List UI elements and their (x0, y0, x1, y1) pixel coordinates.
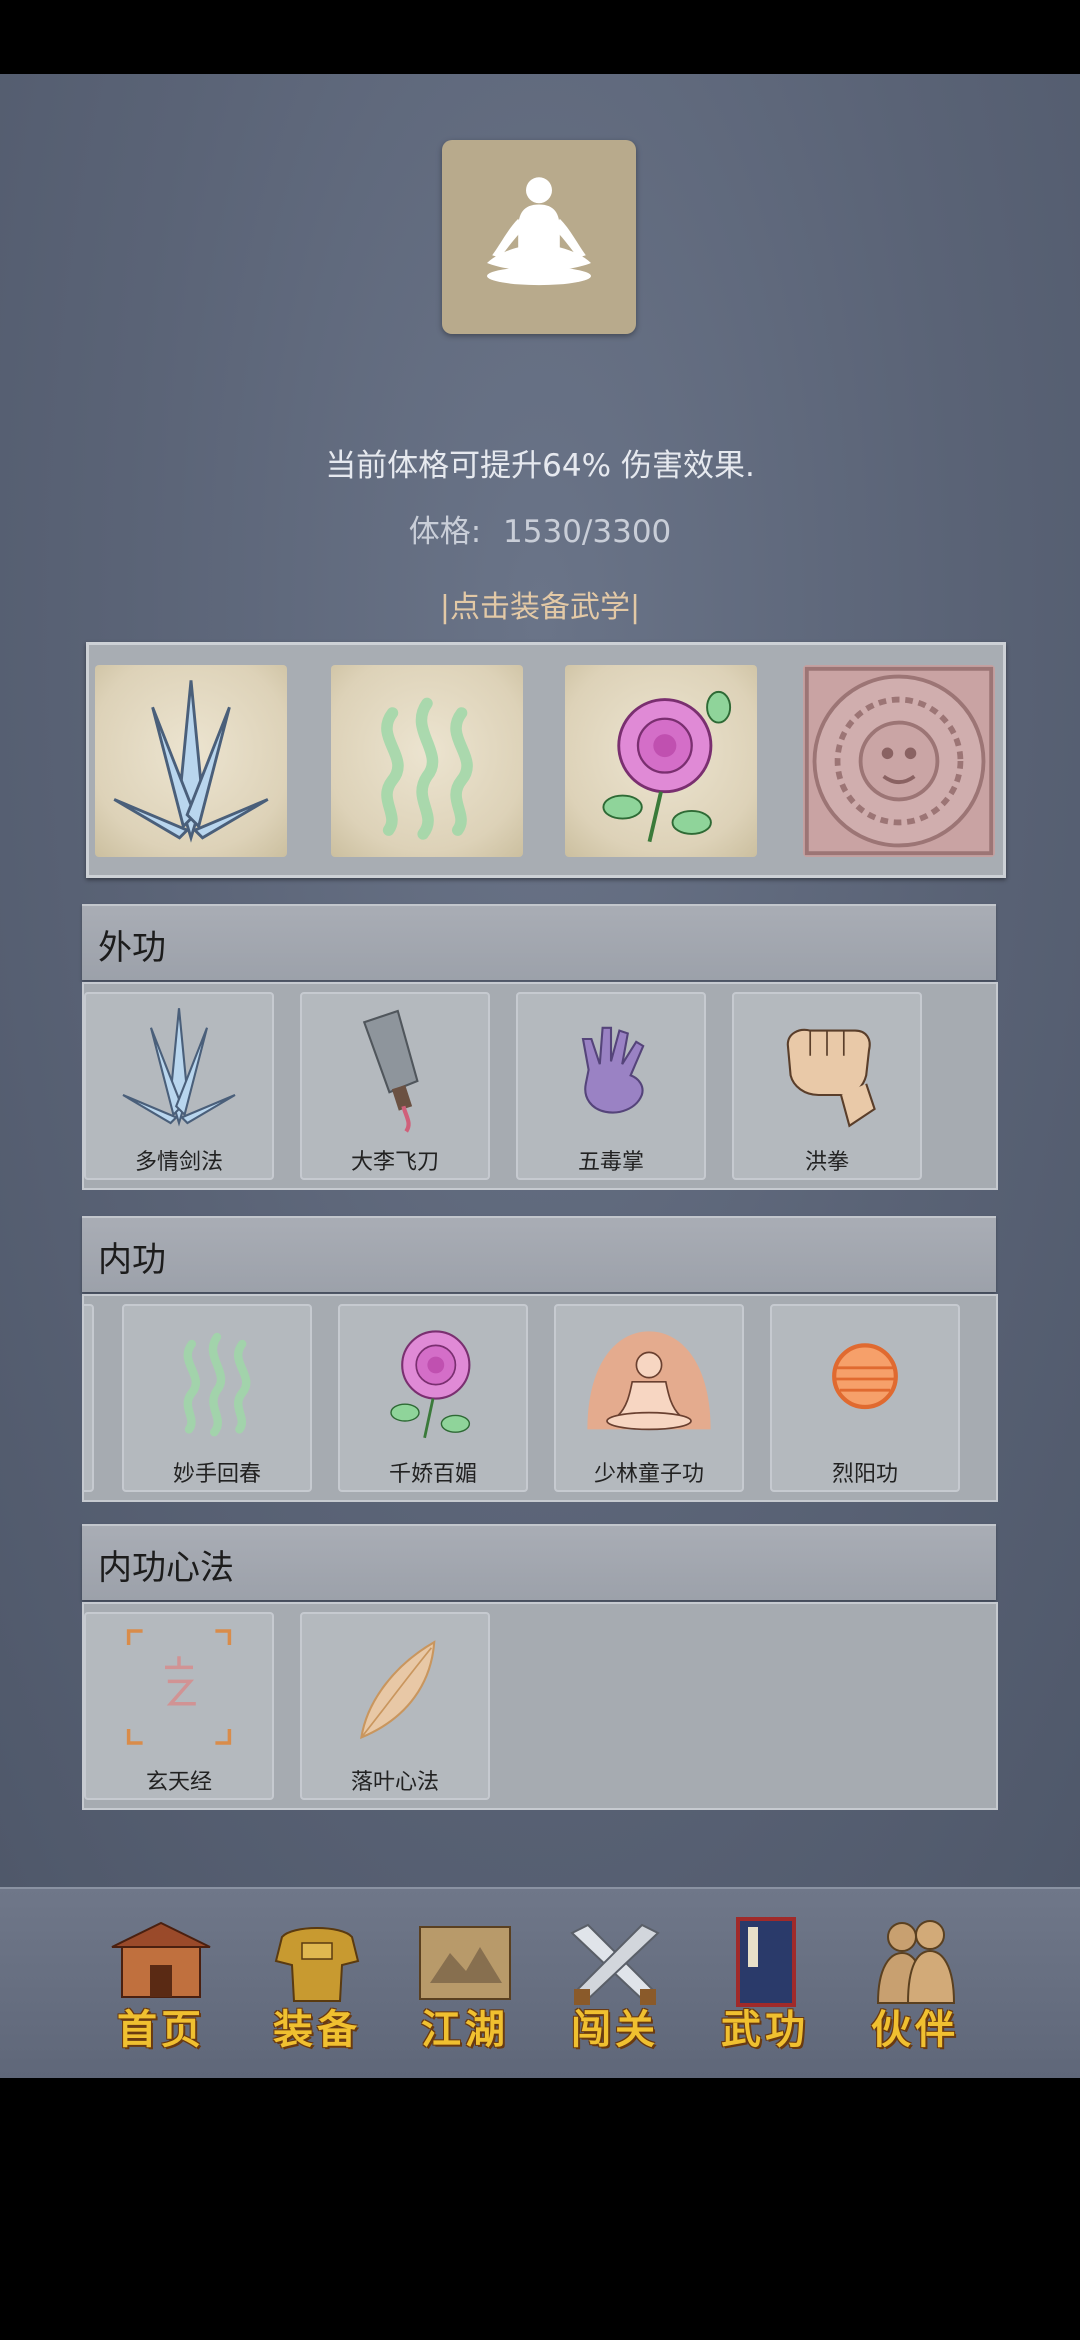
nav-label: 伙伴 (871, 2006, 959, 2053)
green-wave-icon (183, 1332, 251, 1437)
nav-home[interactable]: 首页 (96, 1913, 226, 2063)
section-title: 外功 (98, 928, 166, 968)
nav-jianghu[interactable]: 江湖 (400, 1913, 530, 2063)
skill-card[interactable]: 玄天经 (84, 1612, 274, 1800)
monk-icon (587, 1331, 711, 1431)
green-wave-icon (381, 697, 473, 840)
equipped-skill-slots (86, 642, 1006, 878)
skill-card[interactable]: 五毒掌 (516, 992, 706, 1180)
skill-name: 大李飞刀 (350, 1150, 439, 1175)
nav-label: 武功 (721, 2006, 809, 2053)
cleaver-icon (362, 1009, 419, 1133)
skill-name: 多情剑法 (134, 1150, 223, 1175)
section-title: 内功 (98, 1240, 166, 1280)
nav-label: 闯关 (571, 2006, 659, 2053)
skill-name: 烈阳功 (831, 1462, 898, 1487)
skill-card[interactable]: 落叶心法 (300, 1612, 490, 1800)
crystal-sword-icon (113, 680, 269, 843)
skill-list-waigong[interactable]: 多情剑法 大李飞刀 五毒掌 洪拳 (82, 982, 998, 1190)
stone-calendar-icon (804, 666, 994, 856)
nav-equipment[interactable]: 装备 (252, 1913, 382, 2063)
rose-icon (602, 690, 732, 843)
skill-name: 洪拳 (804, 1150, 849, 1175)
meditation-icon (487, 177, 591, 286)
skill-card[interactable]: 少林童子功 (554, 1304, 744, 1492)
skill-name: 妙手回春 (172, 1462, 261, 1487)
skill-card[interactable]: 烈阳功 (770, 1304, 960, 1492)
purple-hand-icon (581, 1026, 645, 1114)
nav-label: 首页 (117, 2006, 205, 2053)
crystal-sword-icon (122, 1008, 236, 1127)
skill-card[interactable]: 千娇百媚 (338, 1304, 528, 1492)
skill-card-partial[interactable] (84, 1304, 94, 1492)
skill-card[interactable]: 大李飞刀 (300, 992, 490, 1180)
section-header-waigong: 外功 (82, 904, 996, 980)
bottom-nav: 首页 装备 江湖 闯关 武功 伙伴 (0, 1887, 1080, 2078)
nav-challenge[interactable]: 闯关 (550, 1913, 680, 2063)
section-header-xinfa: 内功心法 (82, 1524, 996, 1600)
xuan-scroll-icon (126, 1629, 232, 1745)
constitution-label: 体格: (408, 514, 482, 550)
equip-martial-link[interactable]: |点击装备武学| (0, 582, 1080, 626)
skill-list-xinfa[interactable]: 玄天经 落叶心法 (82, 1602, 998, 1810)
equipped-slot-4[interactable] (803, 665, 995, 857)
nav-companions[interactable]: 伙伴 (850, 1913, 980, 2063)
skill-name: 千娇百媚 (388, 1462, 477, 1487)
skill-name: 五毒掌 (577, 1150, 644, 1175)
skill-card[interactable]: 多情剑法 (84, 992, 274, 1180)
nav-label: 装备 (273, 2006, 361, 2053)
constitution-stat: 体格: 1530/3300 (0, 506, 1080, 551)
rose-icon (390, 1330, 471, 1439)
skill-name: 少林童子功 (593, 1462, 704, 1487)
bonus-text: 当前体格可提升64% 伤害效果. (325, 448, 755, 484)
skill-name: 玄天经 (145, 1770, 212, 1795)
player-avatar[interactable] (442, 140, 636, 334)
skill-card[interactable]: 洪拳 (732, 992, 922, 1180)
nav-label: 江湖 (421, 2006, 509, 2053)
section-header-neigong: 内功 (82, 1216, 996, 1292)
fist-icon (786, 1028, 876, 1128)
skill-card[interactable]: 妙手回春 (122, 1304, 312, 1492)
equipped-slot-3[interactable] (565, 665, 757, 857)
nav-martial-arts[interactable]: 武功 (700, 1913, 830, 2063)
constitution-value: 1530/3300 (503, 514, 672, 550)
section-title: 内功心法 (98, 1548, 234, 1588)
sun-orb-icon (832, 1343, 898, 1410)
skill-name: 落叶心法 (350, 1770, 439, 1795)
equipped-slot-2[interactable] (331, 665, 523, 857)
bottom-letterbox (0, 2078, 1080, 2340)
leaf-icon (360, 1640, 436, 1740)
skill-list-neigong[interactable]: 妙手回春 千娇百媚 少林童子功 烈阳功 (82, 1294, 998, 1502)
equipped-slot-1[interactable] (95, 665, 287, 857)
status-bar (0, 0, 1080, 74)
